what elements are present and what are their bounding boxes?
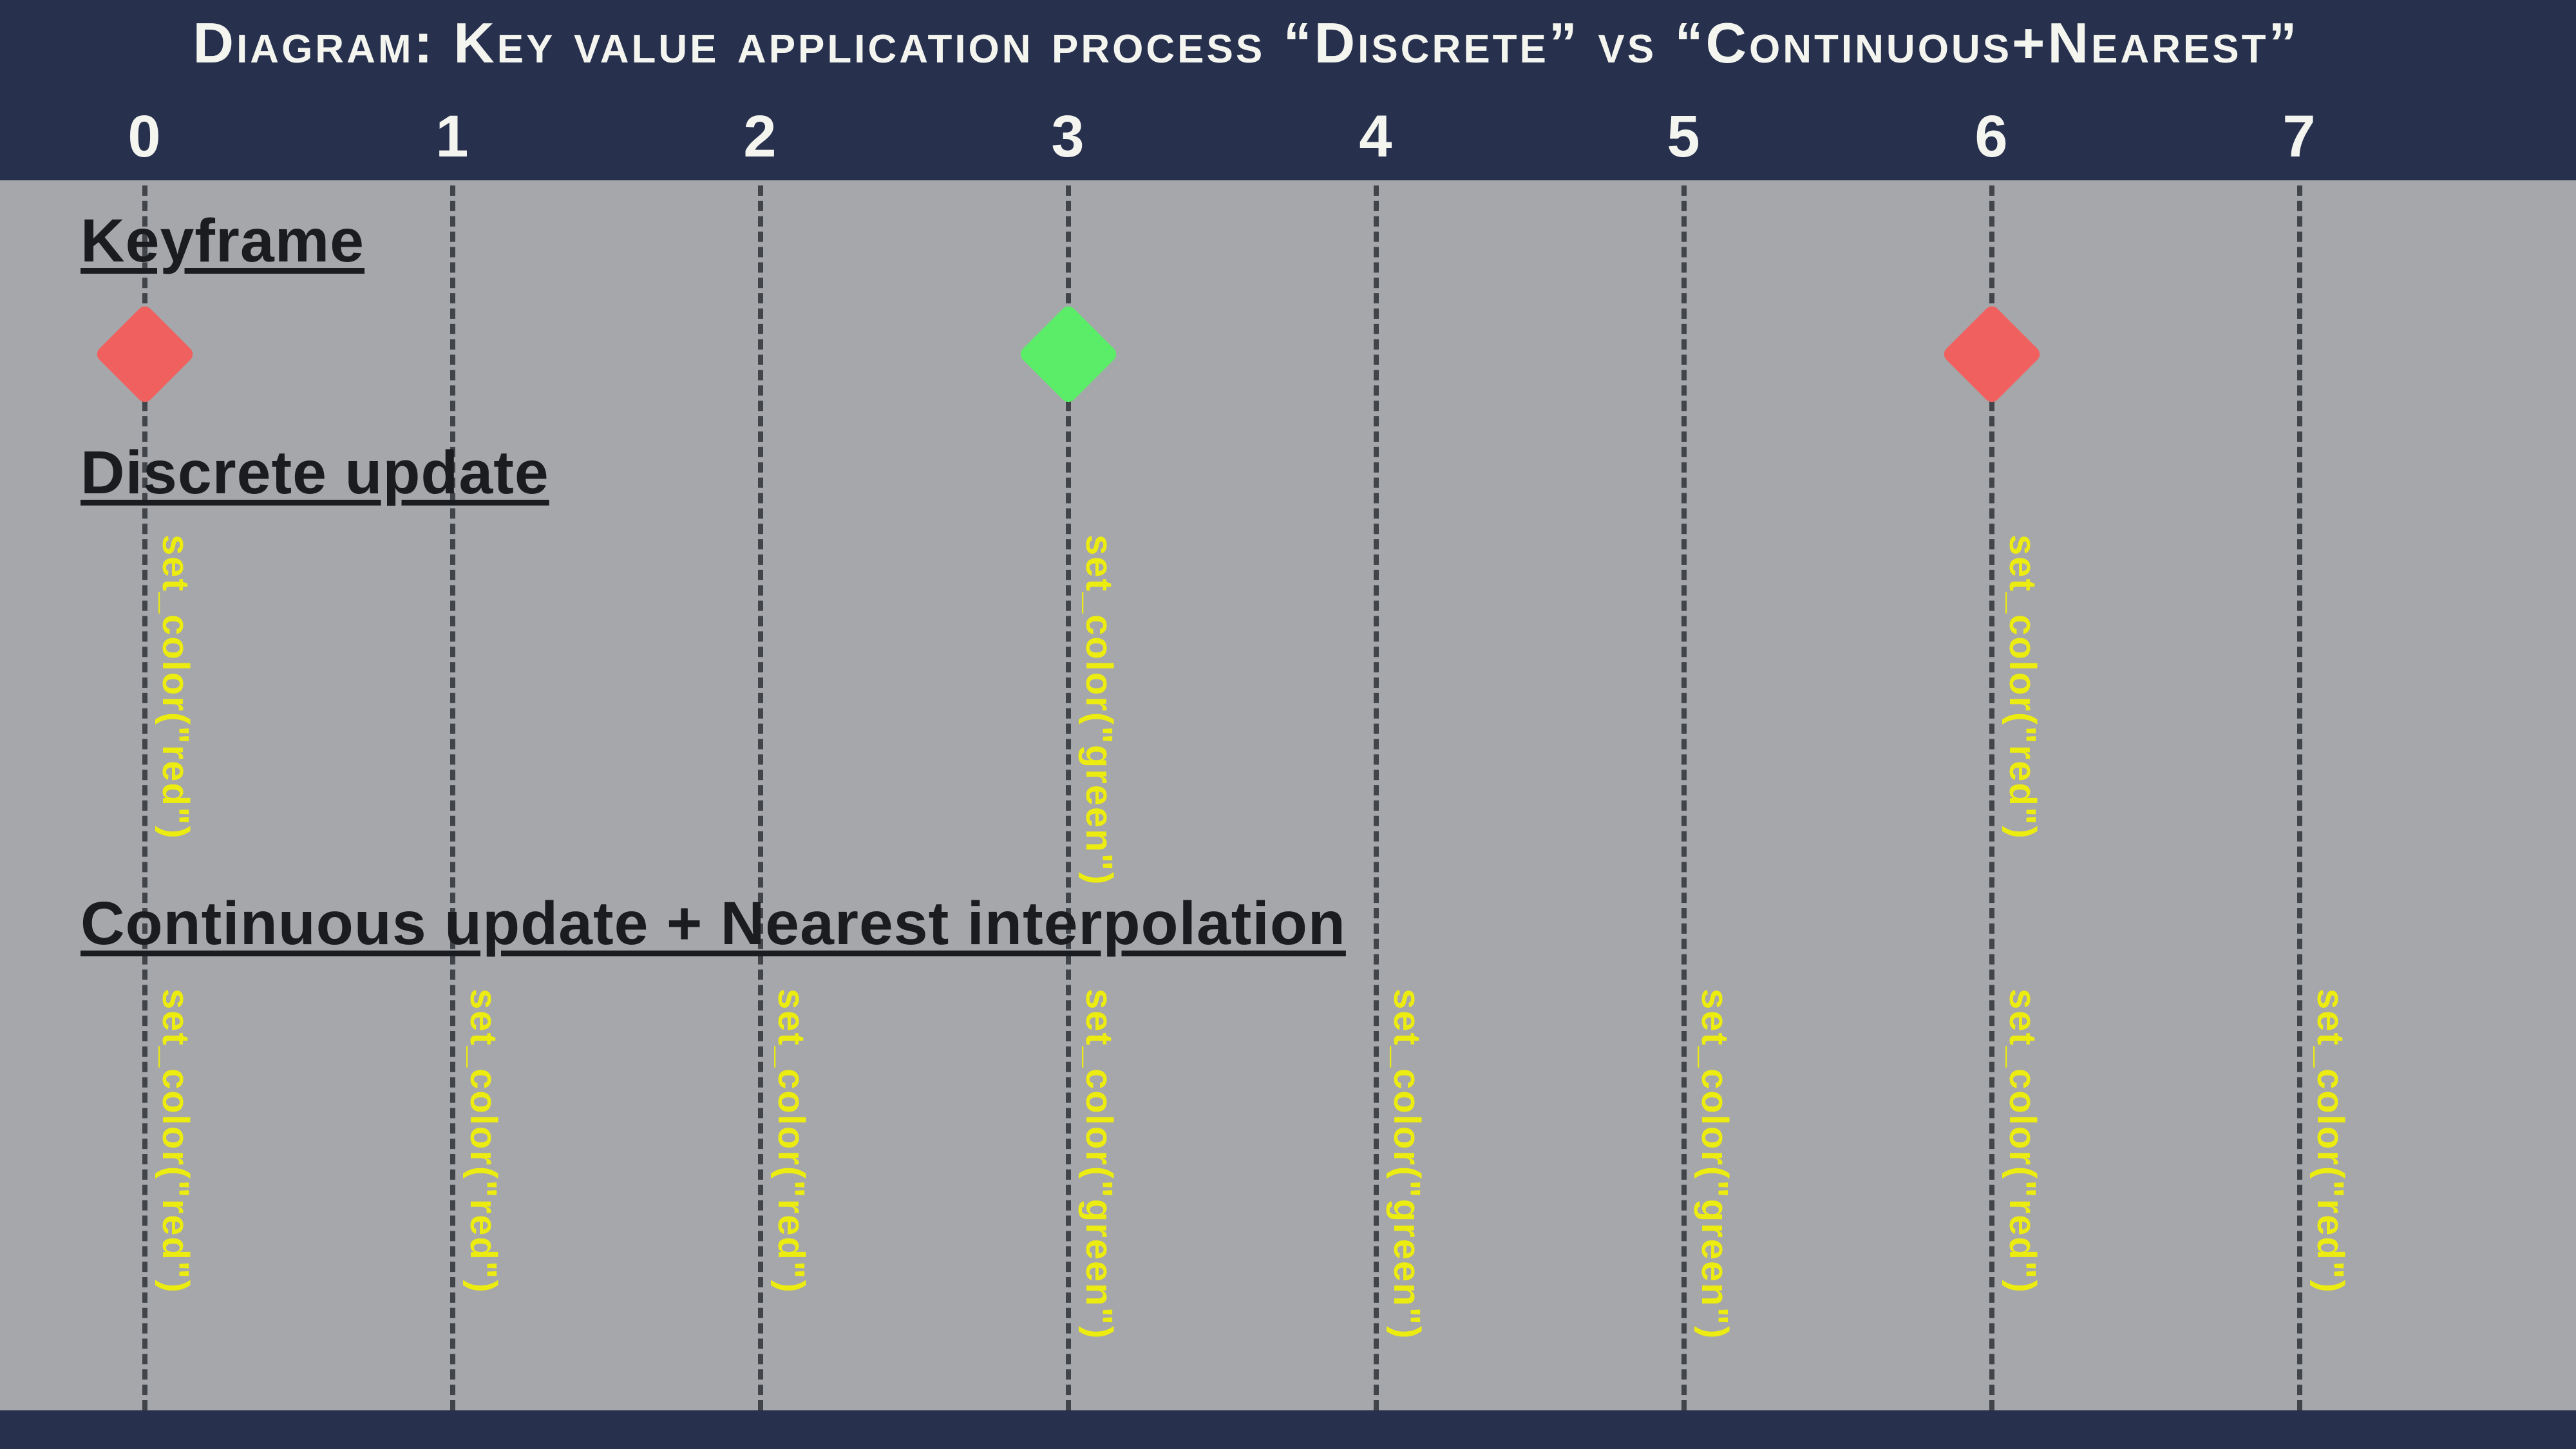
continuous-call-0: set_color("red")	[154, 989, 197, 1294]
continuous-call-6: set_color("red")	[2001, 989, 2044, 1294]
continuous-call-5: set_color("green")	[1693, 989, 1736, 1340]
tick-4: 4	[1359, 103, 1393, 171]
discrete-call-1: set_color("green")	[1077, 535, 1121, 886]
gridline-7	[2297, 185, 2302, 1410]
diagram-root: Diagram: Key value application process “…	[0, 0, 2576, 1449]
footer-band	[0, 1410, 2576, 1449]
tick-2: 2	[743, 103, 777, 171]
keyframe-diamond-0	[94, 303, 196, 405]
continuous-call-2: set_color("red")	[770, 989, 813, 1294]
heading-discrete: Discrete update	[80, 438, 549, 508]
tick-3: 3	[1051, 103, 1085, 171]
gridline-2	[758, 185, 763, 1410]
tick-7: 7	[2282, 103, 2316, 171]
continuous-call-4: set_color("green")	[1385, 989, 1428, 1340]
gridline-1	[450, 185, 455, 1410]
heading-keyframe: Keyframe	[80, 206, 365, 276]
heading-continuous: Continuous update + Nearest interpolatio…	[80, 889, 1346, 959]
tick-5: 5	[1667, 103, 1701, 171]
keyframe-diamond-1	[1018, 303, 1119, 405]
diagram-title: Diagram: Key value application process “…	[151, 10, 2341, 76]
gridline-4	[1374, 185, 1379, 1410]
tick-6: 6	[1975, 103, 2009, 171]
discrete-call-0: set_color("red")	[154, 535, 197, 840]
keyframe-diamond-2	[1941, 303, 2043, 405]
continuous-call-1: set_color("red")	[462, 989, 505, 1294]
continuous-call-7: set_color("red")	[2309, 989, 2352, 1294]
gridline-5	[1681, 185, 1687, 1410]
tick-1: 1	[435, 103, 469, 171]
tick-0: 0	[128, 103, 162, 171]
continuous-call-3: set_color("green")	[1077, 989, 1121, 1340]
discrete-call-2: set_color("red")	[2001, 535, 2044, 840]
